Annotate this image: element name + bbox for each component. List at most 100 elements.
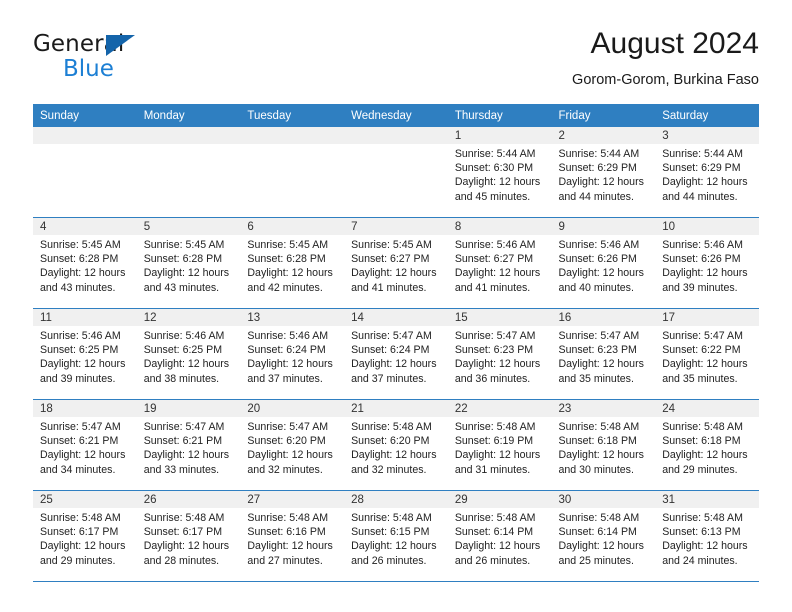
calendar-day-cell[interactable]: 4 Sunrise: 5:45 AM Sunset: 6:28 PM Daylight…: [33, 217, 137, 309]
day-details: Sunrise: 5:48 AM Sunset: 6:17 PM Daylight:…: [33, 508, 137, 568]
calendar-day-cell-empty: [240, 127, 345, 218]
calendar-day-cell[interactable]: 10 Sunrise: 5:46 AM Sunset: 6:26 PM Dayligh…: [655, 217, 759, 309]
day-cell-inner: 6 Sunrise: 5:45 AM Sunset: 6:28 PM Daylight…: [240, 218, 345, 308]
sunset-text: Sunset: 6:23 PM: [454, 344, 534, 357]
sunset-text: Sunset: 6:20 PM: [351, 435, 430, 448]
calendar-day-cell[interactable]: 22 Sunrise: 5:48 AM Sunset: 6:19 PM Dayligh…: [447, 399, 552, 491]
calendar-day-cell[interactable]: 1 Sunrise: 5:44 AM Sunset: 6:30 PM Daylight…: [447, 127, 552, 218]
day-number: 21: [344, 400, 448, 417]
day-details: Sunrise: 5:48 AM Sunset: 6:18 PM Daylight:…: [655, 417, 759, 477]
day-number: 5: [136, 218, 241, 235]
calendar-day-cell[interactable]: 8 Sunrise: 5:46 AM Sunset: 6:27 PM Daylight…: [447, 217, 552, 309]
day-number: 20: [240, 400, 345, 417]
calendar-day-cell[interactable]: 26 Sunrise: 5:48 AM Sunset: 6:17 PM Dayligh…: [136, 490, 241, 582]
daylight-text: Daylight: 12 hours and 26 minutes.: [351, 540, 437, 567]
calendar-day-cell[interactable]: 23 Sunrise: 5:48 AM Sunset: 6:18 PM Dayligh…: [551, 399, 656, 491]
location-subtitle: Gorom-Gorom, Burkina Faso: [572, 72, 759, 88]
day-cell-inner: 12 Sunrise: 5:46 AM Sunset: 6:25 PM Dayligh…: [136, 309, 241, 399]
sunrise-text: Sunrise: 5:48 AM: [40, 512, 121, 524]
daylight-text: Daylight: 12 hours and 37 minutes.: [247, 358, 333, 385]
day-number: 13: [240, 309, 345, 326]
sunset-text: Sunset: 6:25 PM: [143, 344, 223, 357]
daylight-text: Daylight: 12 hours and 44 minutes.: [558, 176, 644, 203]
sunset-text: Sunset: 6:20 PM: [247, 435, 326, 448]
calendar-day-cell[interactable]: 6 Sunrise: 5:45 AM Sunset: 6:28 PM Daylight…: [240, 217, 345, 309]
day-number: [136, 127, 241, 144]
calendar-day-cell[interactable]: 16 Sunrise: 5:47 AM Sunset: 6:23 PM Dayligh…: [551, 308, 656, 400]
sunrise-text: Sunrise: 5:47 AM: [247, 421, 329, 433]
logo-triangle-icon: [106, 35, 135, 56]
sunset-text: Sunset: 6:29 PM: [558, 162, 637, 175]
day-number: 27: [240, 491, 345, 508]
sunrise-text: Sunrise: 5:47 AM: [351, 330, 432, 342]
calendar-day-cell[interactable]: 2 Sunrise: 5:44 AM Sunset: 6:29 PM Daylight…: [551, 127, 656, 218]
day-header-sunday: Sunday: [33, 104, 137, 127]
calendar-day-cell[interactable]: 21 Sunrise: 5:48 AM Sunset: 6:20 PM Dayligh…: [344, 399, 448, 491]
calendar-day-cell[interactable]: 13 Sunrise: 5:46 AM Sunset: 6:24 PM Dayligh…: [240, 308, 345, 400]
calendar-day-cell[interactable]: 15 Sunrise: 5:47 AM Sunset: 6:23 PM Dayligh…: [447, 308, 552, 400]
sunset-text: Sunset: 6:14 PM: [454, 526, 534, 539]
day-number: 16: [551, 309, 656, 326]
sunset-text: Sunset: 6:18 PM: [662, 435, 741, 448]
sunset-text: Sunset: 6:24 PM: [351, 344, 430, 357]
calendar-day-cell[interactable]: 17 Sunrise: 5:47 AM Sunset: 6:22 PM Dayligh…: [655, 308, 759, 400]
sunset-text: Sunset: 6:27 PM: [351, 253, 430, 266]
day-details: Sunrise: 5:47 AM Sunset: 6:23 PM Daylight:…: [448, 326, 552, 386]
calendar-body: 1 Sunrise: 5:44 AM Sunset: 6:30 PM Daylight…: [33, 127, 759, 582]
sunset-text: Sunset: 6:27 PM: [454, 253, 534, 266]
calendar-day-cell[interactable]: 11 Sunrise: 5:46 AM Sunset: 6:25 PM Dayligh…: [33, 308, 137, 400]
calendar-day-cell[interactable]: 24 Sunrise: 5:48 AM Sunset: 6:18 PM Dayligh…: [655, 399, 759, 491]
daylight-text: Daylight: 12 hours and 38 minutes.: [143, 358, 230, 385]
sunset-text: Sunset: 6:14 PM: [558, 526, 637, 539]
daylight-text: Daylight: 12 hours and 41 minutes.: [351, 267, 437, 294]
calendar-day-cell[interactable]: 12 Sunrise: 5:46 AM Sunset: 6:25 PM Dayligh…: [136, 308, 241, 400]
sunrise-text: Sunrise: 5:48 AM: [143, 512, 225, 524]
day-cell-inner: [240, 127, 345, 217]
sunset-text: Sunset: 6:21 PM: [143, 435, 223, 448]
calendar-day-cell[interactable]: 28 Sunrise: 5:48 AM Sunset: 6:15 PM Dayligh…: [344, 490, 448, 582]
sunset-text: Sunset: 6:23 PM: [558, 344, 637, 357]
day-cell-inner: 17 Sunrise: 5:47 AM Sunset: 6:22 PM Dayligh…: [655, 309, 759, 399]
calendar-day-cell[interactable]: 3 Sunrise: 5:44 AM Sunset: 6:29 PM Daylight…: [655, 127, 759, 218]
day-details: Sunrise: 5:48 AM Sunset: 6:14 PM Daylight:…: [552, 508, 656, 568]
calendar-day-cell[interactable]: 14 Sunrise: 5:47 AM Sunset: 6:24 PM Dayligh…: [344, 308, 448, 400]
daylight-text: Daylight: 12 hours and 39 minutes.: [662, 267, 748, 294]
day-details: Sunrise: 5:46 AM Sunset: 6:24 PM Daylight:…: [240, 326, 344, 386]
day-number: 18: [33, 400, 137, 417]
sunset-text: Sunset: 6:16 PM: [247, 526, 326, 539]
daylight-text: Daylight: 12 hours and 45 minutes.: [454, 176, 541, 203]
calendar-day-cell-empty: [344, 127, 448, 218]
day-cell-inner: 4 Sunrise: 5:45 AM Sunset: 6:28 PM Daylight…: [33, 218, 137, 308]
day-number: 31: [655, 491, 759, 508]
calendar-day-cell[interactable]: 25 Sunrise: 5:48 AM Sunset: 6:17 PM Dayligh…: [33, 490, 137, 582]
day-cell-inner: 8 Sunrise: 5:46 AM Sunset: 6:27 PM Daylight…: [447, 218, 552, 308]
calendar-day-cell[interactable]: 30 Sunrise: 5:48 AM Sunset: 6:14 PM Dayligh…: [551, 490, 656, 582]
daylight-text: Daylight: 12 hours and 41 minutes.: [454, 267, 541, 294]
calendar-week-row: 18 Sunrise: 5:47 AM Sunset: 6:21 PM Dayligh…: [33, 399, 759, 491]
calendar-day-cell[interactable]: 9 Sunrise: 5:46 AM Sunset: 6:26 PM Daylight…: [551, 217, 656, 309]
daylight-text: Daylight: 12 hours and 42 minutes.: [247, 267, 333, 294]
general-blue-logo: General Blue: [33, 31, 253, 93]
day-cell-inner: 9 Sunrise: 5:46 AM Sunset: 6:26 PM Daylight…: [551, 218, 656, 308]
calendar-day-cell[interactable]: 19 Sunrise: 5:47 AM Sunset: 6:21 PM Dayligh…: [136, 399, 241, 491]
calendar-day-cell[interactable]: 18 Sunrise: 5:47 AM Sunset: 6:21 PM Dayligh…: [33, 399, 137, 491]
day-number: 22: [447, 400, 552, 417]
day-details: Sunrise: 5:47 AM Sunset: 6:24 PM Daylight:…: [344, 326, 448, 386]
day-details: Sunrise: 5:48 AM Sunset: 6:13 PM Daylight:…: [655, 508, 759, 568]
calendar-day-cell[interactable]: 7 Sunrise: 5:45 AM Sunset: 6:27 PM Daylight…: [344, 217, 448, 309]
day-details: Sunrise: 5:45 AM Sunset: 6:28 PM Daylight:…: [240, 235, 344, 295]
day-number: 30: [551, 491, 656, 508]
calendar-day-cell[interactable]: 29 Sunrise: 5:48 AM Sunset: 6:14 PM Dayligh…: [447, 490, 552, 582]
calendar-day-cell[interactable]: 27 Sunrise: 5:48 AM Sunset: 6:16 PM Dayligh…: [240, 490, 345, 582]
sunset-text: Sunset: 6:29 PM: [662, 162, 741, 175]
day-details: Sunrise: 5:48 AM Sunset: 6:16 PM Daylight:…: [240, 508, 344, 568]
calendar-day-cell[interactable]: 20 Sunrise: 5:47 AM Sunset: 6:20 PM Dayligh…: [240, 399, 345, 491]
day-number: [240, 127, 345, 144]
calendar-day-cell[interactable]: 31 Sunrise: 5:48 AM Sunset: 6:13 PM Dayligh…: [655, 490, 759, 582]
day-number: 7: [344, 218, 448, 235]
day-number: 8: [447, 218, 552, 235]
day-details: Sunrise: 5:46 AM Sunset: 6:25 PM Daylight:…: [137, 326, 241, 386]
sunset-text: Sunset: 6:24 PM: [247, 344, 326, 357]
daylight-text: Daylight: 12 hours and 35 minutes.: [662, 358, 748, 385]
calendar-day-cell[interactable]: 5 Sunrise: 5:45 AM Sunset: 6:28 PM Daylight…: [136, 217, 241, 309]
